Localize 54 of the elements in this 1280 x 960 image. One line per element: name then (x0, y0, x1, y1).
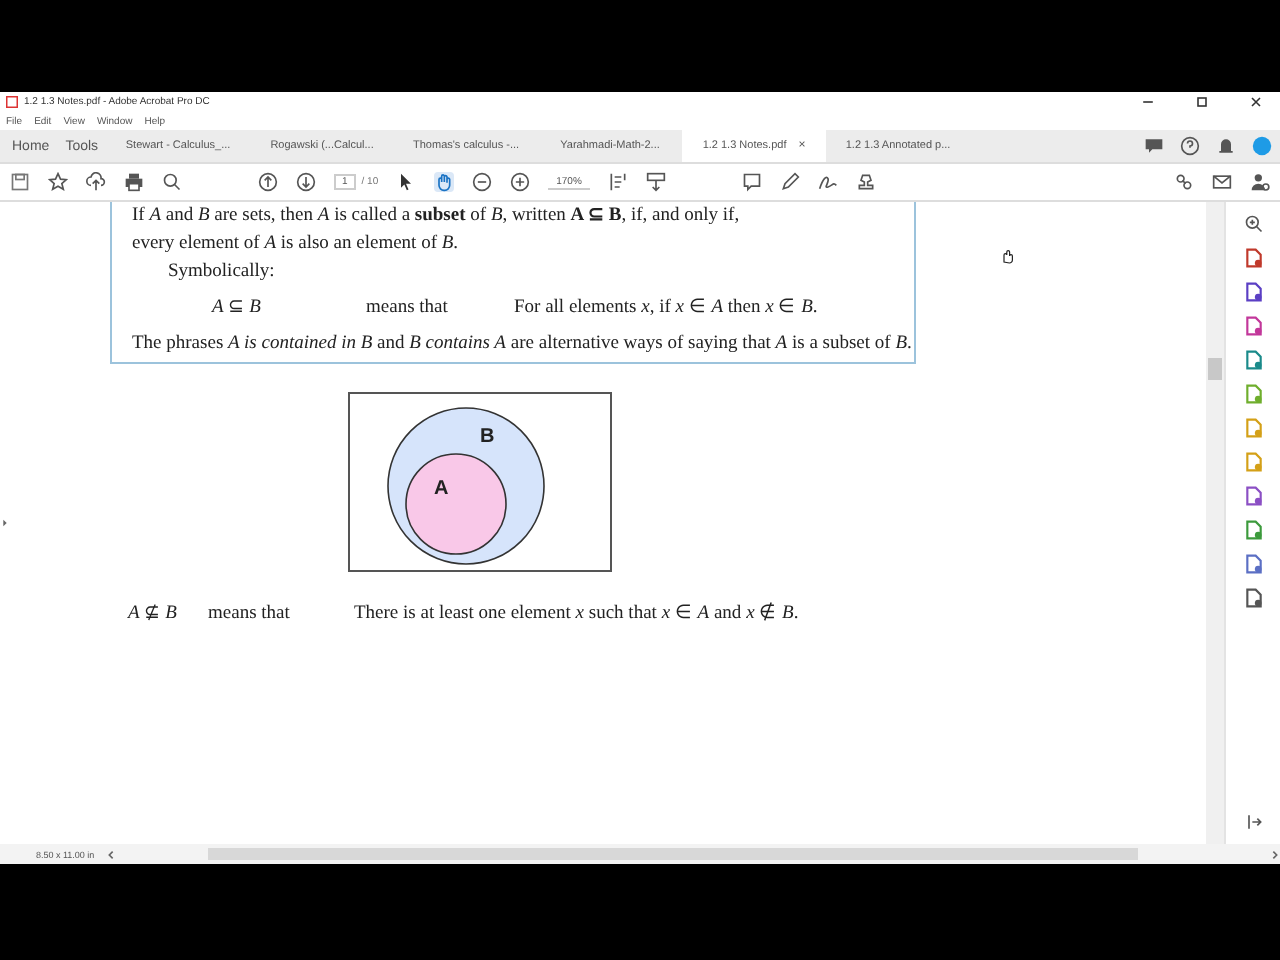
scroll-thumb[interactable] (1208, 358, 1222, 380)
star-icon[interactable] (48, 172, 68, 192)
print-icon[interactable] (124, 172, 144, 192)
zoom-out-icon[interactable] (472, 172, 493, 192)
hand-icon[interactable] (434, 172, 455, 192)
document-tool-icon[interactable] (1243, 350, 1263, 370)
vertical-scrollbar[interactable] (1206, 202, 1224, 844)
zoom-icon[interactable] (1243, 214, 1263, 234)
scroll-right-icon[interactable] (1270, 849, 1280, 859)
collapse-pane-icon[interactable] (1243, 812, 1263, 832)
formula: A ⊆ B (212, 296, 263, 322)
help-icon[interactable] (1180, 136, 1200, 156)
pen-icon[interactable] (779, 172, 800, 192)
search-icon[interactable] (162, 172, 182, 192)
means-that-text: means that (366, 296, 450, 322)
document-tool-icon[interactable] (1243, 282, 1263, 302)
document-tool-icon[interactable] (1243, 486, 1263, 506)
formula: For all elements x, if x ∈ A then x ∈ B. (514, 296, 818, 322)
add-user-icon[interactable] (1250, 172, 1270, 192)
set-label: A (434, 478, 449, 500)
document-tool-icon[interactable] (1243, 520, 1263, 540)
zoom-in-icon[interactable] (510, 172, 531, 192)
cursor-icon (1000, 248, 1016, 264)
formula: There is at least one element x such that x ∈ A and x ∉ B. (354, 600, 799, 628)
fit-page-icon[interactable] (607, 172, 628, 192)
symbolically-label: Symbolically: (166, 260, 277, 286)
maximize-icon[interactable] (1194, 94, 1210, 110)
document-tool-icon[interactable] (1243, 316, 1263, 336)
signature-icon[interactable] (817, 172, 838, 192)
comment-icon[interactable] (741, 172, 762, 192)
save-icon[interactable] (10, 172, 30, 192)
pointer-icon[interactable] (396, 172, 417, 192)
close-icon[interactable] (1248, 94, 1264, 110)
chat-icon[interactable] (1144, 136, 1164, 156)
upload-icon[interactable] (86, 172, 106, 192)
remark-text: The phrases A is contained in B and B contains A are alternative ways of saying that A is a subset of B. (132, 332, 914, 358)
stamp-icon[interactable] (855, 172, 876, 192)
document-tool-icon[interactable] (1243, 554, 1263, 574)
set-label: B (480, 426, 495, 448)
share-icon[interactable] (1174, 172, 1194, 192)
definition-text: every element of A is also an element of B. (132, 232, 461, 258)
bell-icon[interactable] (1216, 136, 1236, 156)
expand-arrow-icon[interactable] (0, 518, 10, 528)
avatar-icon[interactable] (1252, 136, 1272, 156)
mail-icon[interactable] (1212, 172, 1232, 192)
previous-page-icon[interactable] (258, 172, 278, 192)
document-tool-icon[interactable] (1243, 588, 1263, 608)
scroll-left-icon[interactable] (106, 849, 117, 859)
document-tool-icon[interactable] (1243, 248, 1263, 268)
formula: A ⊈ B (128, 602, 179, 628)
definition-text: If A and B are sets, then A is called a subset of B, written A ⊆ B, if, and only if, (132, 204, 742, 230)
scroll-mode-icon[interactable] (645, 172, 666, 192)
next-page-icon[interactable] (296, 172, 316, 192)
means-that-text: means that (208, 602, 292, 628)
